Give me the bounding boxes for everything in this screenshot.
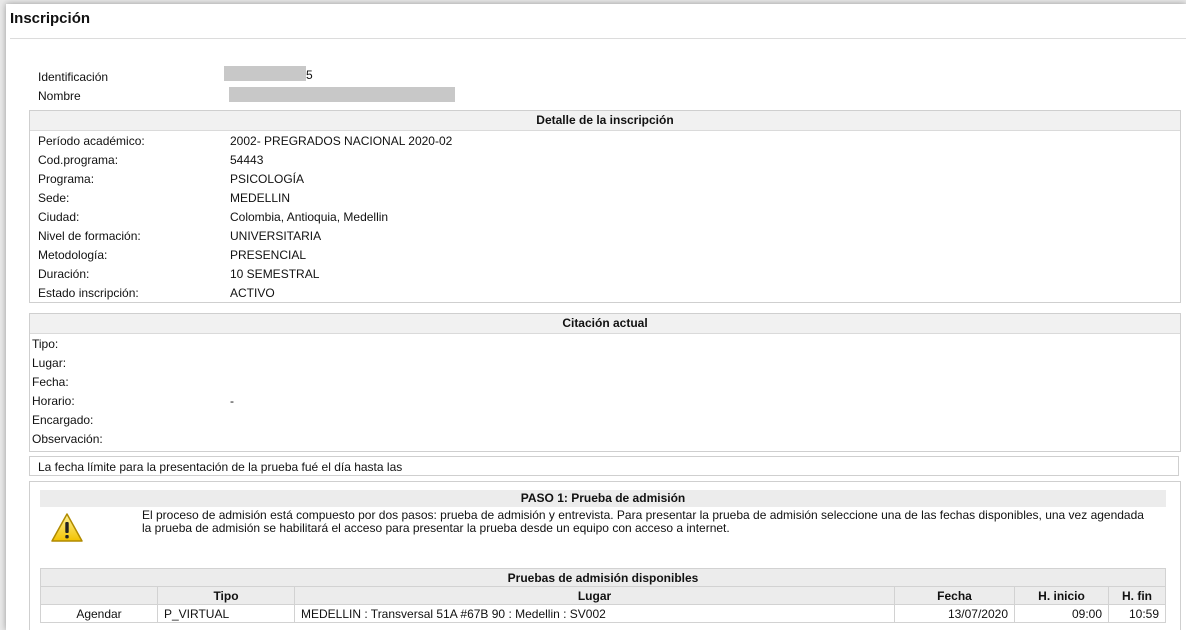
detalle-label: Sede: — [38, 191, 70, 205]
detalle-value: PSICOLOGÍA — [230, 172, 305, 186]
citacion-rows: Tipo: Lugar: Fecha: Horario: - Encargado:… — [30, 334, 1180, 449]
column-header-tipo: Tipo — [157, 586, 295, 605]
agendar-link[interactable]: Agendar — [40, 604, 158, 623]
table-row: Agendar P_VIRTUAL MEDELLIN : Transversal… — [40, 604, 1166, 623]
citacion-heading: Citación actual — [30, 314, 1180, 334]
detalle-label: Nivel de formación: — [38, 229, 141, 243]
citacion-row: Encargado: — [30, 411, 1180, 430]
citacion-row: Lugar: — [30, 354, 1180, 373]
detalle-value: 2002- PREGRADOS NACIONAL 2020-02 — [230, 134, 453, 148]
citacion-row: Horario: - — [30, 392, 1180, 411]
lugar-cell: MEDELLIN : Transversal 51A #67B 90 : Med… — [294, 604, 895, 623]
citacion-value: - — [230, 394, 234, 408]
name-label: Nombre — [38, 89, 81, 103]
citacion-label: Encargado: — [32, 413, 94, 427]
column-header-h-inicio: H. inicio — [1014, 586, 1109, 605]
detalle-row: Metodología: PRESENCIAL — [30, 246, 1180, 265]
citacion-row: Observación: — [30, 430, 1180, 449]
paso1-section: PASO 1: Prueba de admisión El proceso de… — [29, 481, 1181, 630]
detalle-value: Colombia, Antioquia, Medellin — [230, 210, 389, 224]
detalle-value: PRESENCIAL — [230, 248, 307, 262]
citacion-row: Fecha: — [30, 373, 1180, 392]
redacted-name — [229, 87, 455, 102]
page-title: Inscripción — [10, 10, 91, 27]
detalle-value: UNIVERSITARIA — [230, 229, 322, 243]
detalle-label: Programa: — [38, 172, 95, 186]
h-inicio-cell: 09:00 — [1014, 604, 1109, 623]
citacion-row: Tipo: — [30, 335, 1180, 354]
detalle-value: 10 SEMESTRAL — [230, 267, 320, 281]
detalle-rows: Período académico: 2002- PREGRADOS NACION… — [30, 131, 1180, 303]
pruebas-caption-row: Pruebas de admisión disponibles — [40, 568, 1166, 587]
detalle-value: 54443 — [230, 153, 264, 167]
warning-icon — [51, 513, 83, 542]
pruebas-header-row: Tipo Lugar Fecha H. inicio H. fin — [40, 586, 1166, 605]
detalle-heading: Detalle de la inscripción — [30, 111, 1180, 131]
inscription-panel: Inscripción Identificación 5 Nombre Deta… — [6, 4, 1186, 630]
citacion-section: Citación actual Tipo: Lugar: Fecha: Hora… — [29, 313, 1181, 452]
detalle-row: Programa: PSICOLOGÍA — [30, 170, 1180, 189]
deadline-note: La fecha límite para la presentación de … — [29, 456, 1179, 476]
detalle-row: Cod.programa: 54443 — [30, 151, 1180, 170]
detalle-row: Sede: MEDELLIN — [30, 189, 1180, 208]
detalle-value: ACTIVO — [230, 286, 275, 300]
pruebas-caption: Pruebas de admisión disponibles — [40, 568, 1166, 587]
title-divider — [10, 38, 1186, 39]
identification-value-tail: 5 — [306, 68, 313, 82]
detalle-row: Nivel de formación: UNIVERSITARIA — [30, 227, 1180, 246]
redacted-identification — [224, 66, 306, 81]
detalle-section: Detalle de la inscripción Período académ… — [29, 110, 1181, 303]
detalle-row: Estado inscripción: ACTIVO — [30, 284, 1180, 303]
column-header-action — [40, 586, 158, 605]
citacion-label: Fecha: — [32, 375, 69, 389]
detalle-row: Duración: 10 SEMESTRAL — [30, 265, 1180, 284]
citacion-label: Lugar: — [32, 356, 67, 370]
pruebas-table: Pruebas de admisión disponibles Tipo Lug… — [40, 568, 1166, 623]
column-header-h-fin: H. fin — [1108, 586, 1166, 605]
citacion-label: Horario: — [32, 394, 75, 408]
column-header-fecha: Fecha — [894, 586, 1015, 605]
detalle-label: Estado inscripción: — [38, 286, 139, 300]
h-fin-cell: 10:59 — [1108, 604, 1166, 623]
citacion-label: Observación: — [32, 432, 103, 446]
fecha-cell: 13/07/2020 — [894, 604, 1015, 623]
citacion-label: Tipo: — [32, 337, 59, 351]
tipo-cell: P_VIRTUAL — [157, 604, 295, 623]
detalle-value: MEDELLIN — [230, 191, 291, 205]
detalle-label: Ciudad: — [38, 210, 80, 224]
paso1-heading: PASO 1: Prueba de admisión — [40, 490, 1166, 507]
detalle-label: Duración: — [38, 267, 90, 281]
detalle-row: Ciudad: Colombia, Antioquia, Medellin — [30, 208, 1180, 227]
paso1-description: El proceso de admisión está compuesto po… — [142, 508, 1144, 535]
detalle-label: Metodología: — [38, 248, 108, 262]
detalle-label: Cod.programa: — [38, 153, 119, 167]
column-header-lugar: Lugar — [294, 586, 895, 605]
detalle-row: Período académico: 2002- PREGRADOS NACION… — [30, 132, 1180, 151]
detalle-label: Período académico: — [38, 134, 145, 148]
identification-label: Identificación — [38, 70, 109, 84]
